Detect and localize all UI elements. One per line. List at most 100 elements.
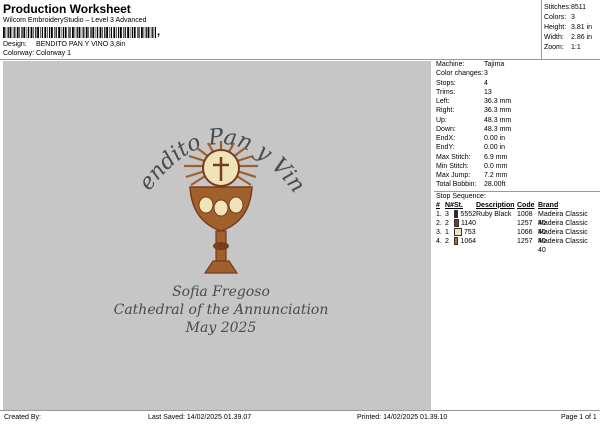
info-value: 6.9 mm <box>484 153 508 161</box>
info-label: Color changes: <box>436 70 484 78</box>
created-by: Created By: <box>4 414 41 421</box>
stop-table-header: # N# St. Description Code Brand <box>434 201 600 210</box>
col-header: Code <box>517 201 535 209</box>
info-label: Stops: <box>436 79 456 87</box>
info-row: EndX: 0.00 in <box>434 134 600 143</box>
design-label: Design: <box>3 41 27 48</box>
info-value: 48.3 mm <box>484 125 512 133</box>
thread-brand: Madeira Classic 40 <box>538 228 588 245</box>
software-subtitle: Wilcom EmbroideryStudio – Level 3 Advanc… <box>3 17 147 24</box>
info-value: 0.00 in <box>484 135 506 142</box>
barcode-separator: , <box>157 26 161 38</box>
info-value: 0.00 in <box>484 144 506 152</box>
thread-code: 1257 <box>517 219 533 227</box>
info-row: Max Jump: 7.2 mm <box>434 171 600 180</box>
chalice-icon <box>189 186 253 274</box>
thread-brand: Madeira Classic 40 <box>538 210 588 227</box>
stop-row: 2. 2 1140 1257 Madeira Classic 40 <box>434 219 600 236</box>
machine-info-panel: Machine: Tajima Color changes: 3 Stops: 4 T… <box>434 60 600 254</box>
info-row: Down: 48.3 mm <box>434 125 600 134</box>
info-value: 13 <box>484 88 492 96</box>
info-value: 3 <box>484 70 488 78</box>
info-row: Max Stitch: 6.9 mm <box>434 153 600 162</box>
info-row: Stops: 4 <box>434 79 600 88</box>
stat-label: Height: <box>544 24 567 31</box>
stat-label: Stitches: <box>544 4 571 11</box>
needle-num: 3 <box>445 210 449 218</box>
stitch-count: 1064 <box>460 237 476 245</box>
info-label: Right: <box>436 107 455 115</box>
stitch-count: 1140 <box>460 219 476 227</box>
info-value: 36.3 mm <box>484 107 512 115</box>
stats-panel: Stitches: 8511 Colors: 3 Height: 3.81 in Wi… <box>544 3 600 53</box>
info-value: 4 <box>484 79 488 87</box>
color-swatch <box>454 210 459 218</box>
description <box>476 237 517 246</box>
info-label: Min Stitch: <box>436 162 469 170</box>
stat-row: Height: 3.81 in <box>544 23 600 33</box>
stop-row: 3. 1 753 1066 Madeira Classic 40 <box>434 228 600 245</box>
stitch-count: 5552 <box>460 210 476 218</box>
info-label: Left: <box>436 98 450 105</box>
color-swatch <box>454 237 459 245</box>
stat-label: Colors: <box>544 14 567 21</box>
stat-row: Zoom: 1:1 <box>544 43 600 53</box>
stat-row: Width: 2.86 in <box>544 33 600 43</box>
barcode <box>3 27 156 38</box>
stat-value: 2.86 in <box>571 34 593 41</box>
stop-table-body: 1. 3 5552 Ruby Black 1008 Madeira Classic 40 2… <box>434 210 600 254</box>
design-preview: Bendito Pan y Vino <box>0 42 431 410</box>
colorway-label: Colorway: <box>3 50 35 57</box>
col-header: # <box>436 201 440 209</box>
needle-num: 1 <box>445 228 449 236</box>
needle-num: 2 <box>445 219 449 227</box>
info-row: Up: 48.3 mm <box>434 116 600 125</box>
design-arc-text: Bendito Pan y Vino <box>3 61 310 198</box>
design-value: BENDITO PAN Y VINO 3,8in <box>35 41 126 48</box>
info-row: Min Stitch: 0.0 mm <box>434 162 600 171</box>
info-value: 36.3 mm <box>484 98 512 105</box>
description: Ruby Black <box>476 210 512 218</box>
info-row: Left: 36.3 mm <box>434 97 600 106</box>
stitch-cell: 5552 <box>454 210 476 219</box>
last-saved: Last Saved: 14/02/2025 01.39.07 <box>148 414 252 421</box>
colorway-row: Colorway: Colorway 1 <box>3 50 71 57</box>
info-value: Tajima <box>484 61 505 68</box>
thread-brand: Madeira Classic 40 <box>538 237 588 254</box>
stat-value: 8511 <box>571 4 587 11</box>
design-line-2: Cathedral of the Annunciation <box>114 302 329 318</box>
page-title: Production Worksheet <box>3 2 131 16</box>
stop-num: 4. <box>436 237 442 245</box>
stitch-cell: 1140 <box>454 219 476 228</box>
stop-sequence-title: Stop Sequence: <box>434 190 600 201</box>
info-label: Max Jump: <box>436 172 471 179</box>
stat-value: 3 <box>571 14 575 21</box>
info-row: Machine: Tajima <box>434 60 600 69</box>
info-label: Total Bobbin: <box>436 181 477 189</box>
stop-row: 1. 3 5552 Ruby Black 1008 Madeira Classic 40 <box>434 210 600 227</box>
thread-code: 1066 <box>517 228 533 236</box>
col-header: Description <box>476 201 515 209</box>
thread-code: 1008 <box>517 210 533 218</box>
thread-code: 1257 <box>517 237 533 245</box>
info-row: Right: 36.3 mm <box>434 106 600 115</box>
info-value: 48.3 mm <box>484 116 512 124</box>
info-value: 7.2 mm <box>484 172 508 179</box>
stat-label: Zoom: <box>544 44 564 51</box>
stat-row: Stitches: 8511 <box>544 3 600 13</box>
color-swatch <box>454 228 462 236</box>
info-label: Up: <box>436 116 447 124</box>
description <box>476 219 517 228</box>
stat-label: Width: <box>544 34 564 41</box>
design-row: Design: BENDITO PAN Y VINO 3,8in <box>3 41 125 48</box>
stop-num: 1. <box>436 210 442 218</box>
embroidery-design: Bendito Pan y Vino <box>0 42 329 336</box>
stop-num: 3. <box>436 228 442 236</box>
page-number: Page 1 of 1 <box>561 414 597 421</box>
header-divider <box>541 0 542 59</box>
info-label: Down: <box>436 125 456 133</box>
info-label: Max Stitch: <box>436 153 471 161</box>
color-swatch <box>454 219 459 227</box>
stop-row: 4. 2 1064 1257 Madeira Classic 40 <box>434 237 600 254</box>
info-row: Color changes: 3 <box>434 69 600 78</box>
